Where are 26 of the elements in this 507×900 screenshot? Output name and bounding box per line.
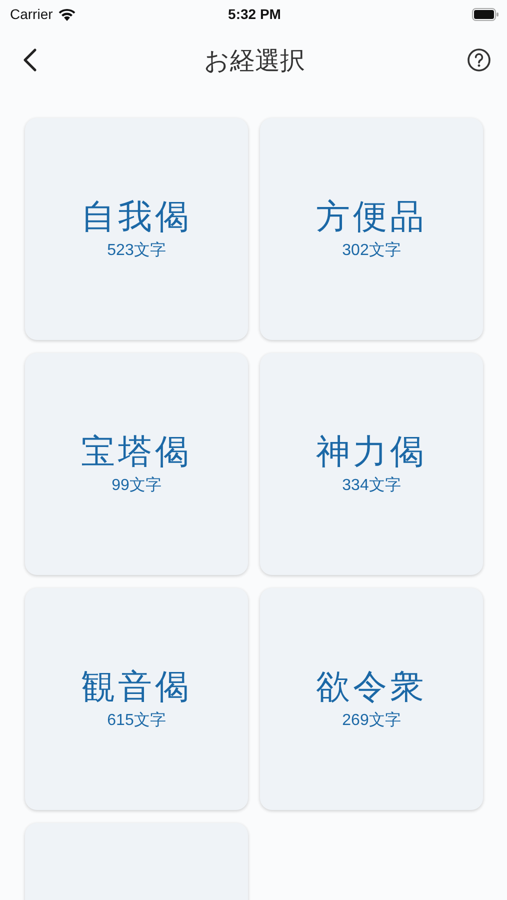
sutra-card[interactable]: 神力偈 334文字 <box>260 353 483 575</box>
back-chevron-icon <box>23 48 37 72</box>
carrier-label: Carrier <box>10 6 53 22</box>
sutra-title: 神力偈 <box>316 432 427 473</box>
screen-title: お経選択 <box>203 46 306 76</box>
character-count: 615文字 <box>107 710 166 731</box>
sutra-card[interactable]: 自我偈 523文字 <box>25 118 248 340</box>
sutra-title: 自我偈 <box>81 197 192 238</box>
sutra-card[interactable]: 方便品 302文字 <box>260 118 483 340</box>
sutra-title: 観音偈 <box>81 667 192 708</box>
wifi-icon <box>58 8 76 20</box>
character-count: 269文字 <box>342 710 401 731</box>
status-time: 5:32 PM <box>227 6 282 22</box>
sutra-card[interactable]: 宝塔偈 99文字 <box>25 353 248 575</box>
character-count: 99文字 <box>112 476 162 496</box>
character-count: 302文字 <box>342 240 401 261</box>
character-count: 334文字 <box>342 476 401 496</box>
sutra-title: 欲令衆 <box>316 667 427 708</box>
sutra-title: 宝塔偈 <box>81 432 192 473</box>
sutra-card[interactable]: 欲令衆 269文字 <box>260 588 483 810</box>
sutra-title: 方便品 <box>316 197 427 238</box>
character-count: 523文字 <box>107 240 166 261</box>
sutra-card[interactable]: 観音偈 615文字 <box>25 588 248 810</box>
help-icon <box>467 48 491 72</box>
help-button[interactable] <box>467 46 491 74</box>
battery-icon <box>472 8 499 20</box>
